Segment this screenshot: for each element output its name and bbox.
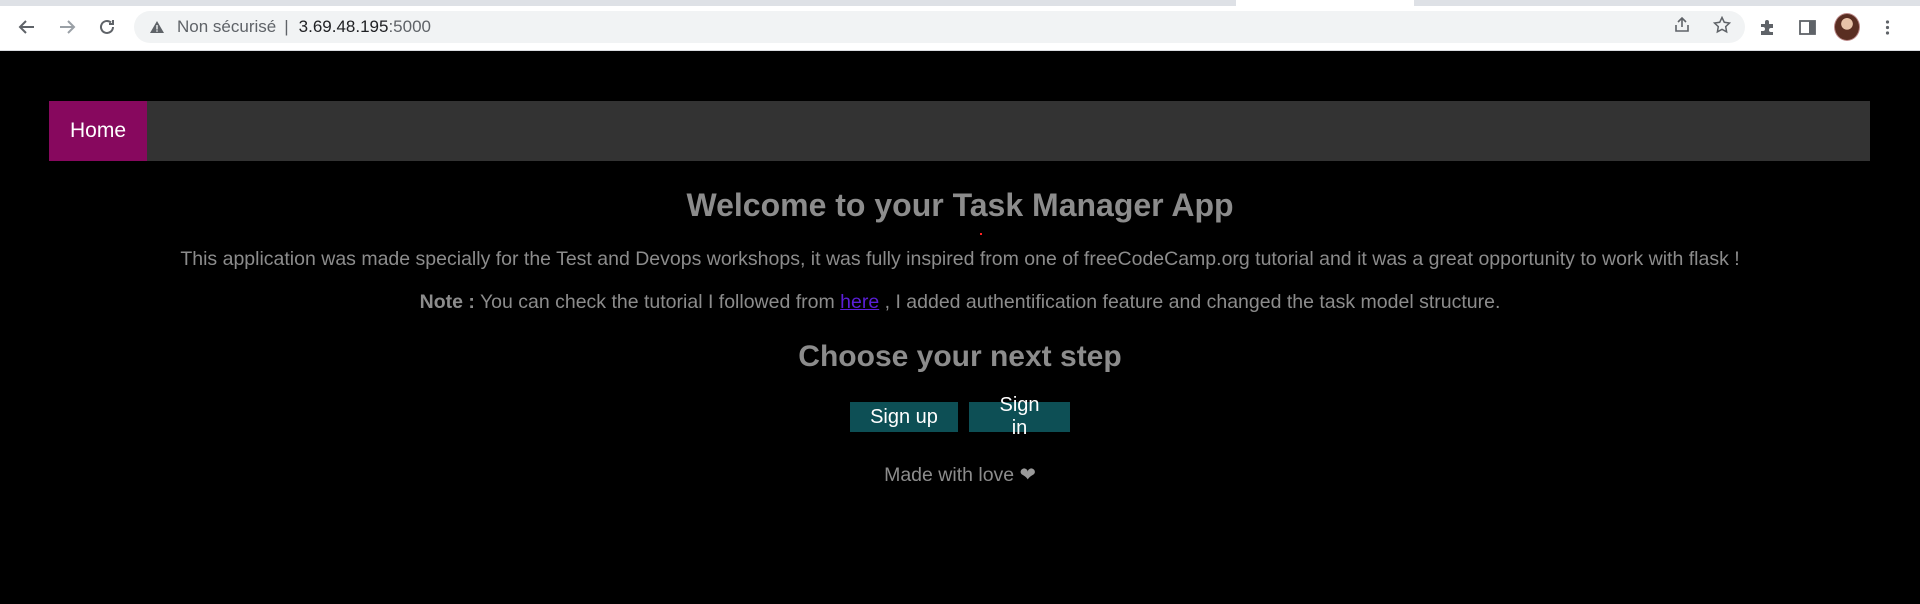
url-separator: | <box>284 17 289 36</box>
arrow-left-icon <box>18 20 34 34</box>
menu-icon[interactable] <box>1874 11 1900 43</box>
active-tab[interactable] <box>1236 0 1414 6</box>
browser-chrome: Non sécurisé | 3.69.48.195 :5000 <box>0 0 1920 51</box>
note-text-after: , I added authentification feature and c… <box>879 291 1501 313</box>
profile-avatar[interactable] <box>1834 11 1860 43</box>
reload-button[interactable] <box>91 11 123 43</box>
main-content: Welcome to your Task Manager App This ap… <box>0 182 1920 487</box>
next-step-heading: Choose your next step <box>798 340 1122 373</box>
arrow-right-icon <box>60 20 76 34</box>
extensions-icon[interactable] <box>1754 11 1780 43</box>
browser-toolbar <box>1754 11 1900 43</box>
security-status[interactable]: Non sécurisé <box>177 17 276 37</box>
note-text: Note : You can check the tutorial I foll… <box>0 291 1920 314</box>
share-icon[interactable] <box>1673 16 1691 39</box>
address-bar-actions <box>1673 11 1732 43</box>
sign-up-button[interactable]: Sign up <box>850 402 958 432</box>
tab-strip <box>0 0 1920 6</box>
footer-text: Made with love <box>884 464 1015 486</box>
note-label: Note : <box>419 291 475 313</box>
nav-home-link[interactable]: Home <box>49 101 147 161</box>
address-bar[interactable]: Non sécurisé | 3.69.48.195 :5000 <box>134 11 1745 43</box>
sign-in-button[interactable]: Sign in <box>969 394 1070 439</box>
warning-icon[interactable] <box>149 19 165 35</box>
url-host: 3.69.48.195 <box>298 17 389 36</box>
footer: Made with love ❤ <box>0 463 1920 487</box>
reload-icon <box>100 19 114 34</box>
heart-icon: ❤ <box>1019 464 1036 486</box>
page: Home Welcome to your Task Manager App Th… <box>0 52 1920 604</box>
avatar <box>1834 13 1860 41</box>
action-buttons: Sign up Sign in <box>0 394 1920 439</box>
top-navigation: Home <box>49 101 1870 161</box>
red-dot <box>980 233 982 235</box>
back-button[interactable] <box>11 11 43 43</box>
description-text: This application was made specially for … <box>180 248 1740 270</box>
forward-button[interactable] <box>51 11 83 43</box>
note-text-before: You can check the tutorial I followed fr… <box>474 291 841 313</box>
star-icon[interactable] <box>1712 15 1732 39</box>
page-title: Welcome to your Task Manager App <box>686 187 1234 223</box>
tutorial-link[interactable]: here <box>840 291 879 313</box>
url-port: :5000 <box>388 17 431 36</box>
side-panel-icon[interactable] <box>1794 11 1820 43</box>
